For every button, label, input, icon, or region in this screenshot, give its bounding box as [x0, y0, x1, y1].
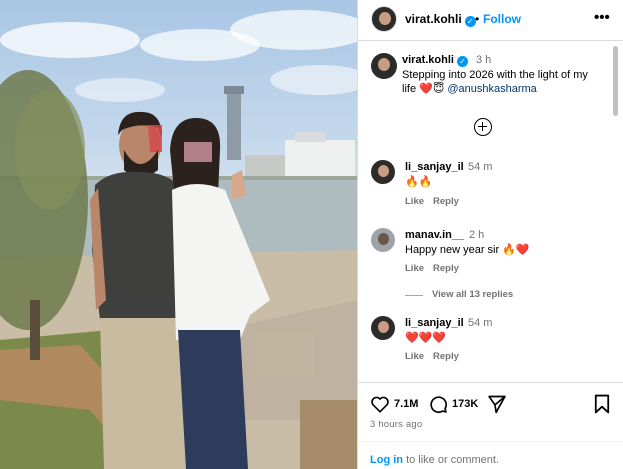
comment-time: 2 h	[469, 229, 485, 241]
caption-emojis: ❤️😇	[419, 83, 445, 95]
login-suffix: to like or comment.	[406, 454, 499, 466]
login-link[interactable]: Log in	[370, 454, 403, 466]
post-side-panel: virat.kohli ✓ • Follow ••• virat.kohli ✓ 3…	[357, 0, 623, 469]
header-username-text[interactable]: virat.kohli	[405, 12, 462, 26]
caption-time: 3 h	[476, 54, 492, 66]
header-username[interactable]: virat.kohli ✓	[405, 12, 476, 27]
reply-button[interactable]: Reply	[433, 263, 459, 274]
comment-time: 54 m	[468, 161, 493, 173]
like-comment-button[interactable]: Like	[405, 263, 424, 274]
like-comment-button[interactable]: Like	[405, 351, 424, 362]
like-comment-button[interactable]: Like	[405, 196, 424, 207]
add-comment-icon[interactable]	[474, 118, 492, 136]
comment-count[interactable]: 173K	[452, 398, 478, 410]
login-prompt-text: Log in to like or comment.	[370, 454, 499, 466]
share-icon[interactable]	[487, 394, 507, 414]
comment-username[interactable]: manav.in__	[405, 229, 464, 241]
comments-scrollbar[interactable]	[611, 46, 619, 376]
caption-text: Stepping into 2026 with the light of my …	[402, 68, 602, 96]
comment-text: Happy new year sir 🔥❤️	[405, 244, 530, 256]
heart-icon[interactable]	[370, 395, 390, 413]
caption-username[interactable]: virat.kohli ✓	[402, 54, 468, 67]
view-all-replies-button[interactable]: View all 13 replies	[432, 289, 513, 300]
avatar[interactable]	[371, 6, 397, 32]
header-separator: •	[475, 12, 480, 26]
view-replies-divider	[405, 295, 423, 296]
avatar[interactable]	[371, 160, 395, 184]
avatar[interactable]	[371, 228, 395, 252]
comment-icon[interactable]	[428, 394, 448, 414]
reply-button[interactable]: Reply	[433, 196, 459, 207]
reply-button[interactable]: Reply	[433, 351, 459, 362]
post-timestamp: 3 hours ago	[370, 419, 423, 430]
save-bookmark-icon[interactable]	[594, 394, 610, 414]
caption-username-text[interactable]: virat.kohli	[402, 54, 454, 66]
comment-text: ❤️❤️❤️	[405, 332, 447, 344]
post-photo-drawing	[0, 10, 357, 469]
avatar[interactable]	[371, 316, 395, 340]
comment-time: 54 m	[468, 317, 493, 329]
like-count[interactable]: 7.1M	[394, 398, 418, 410]
follow-button[interactable]: Follow	[483, 12, 521, 26]
scrollbar-thumb[interactable]	[613, 46, 618, 116]
post-actions-bar: 7.1M 173K 3 hours ago Log in to like or …	[358, 382, 623, 469]
comment-username[interactable]: li_sanjay_il	[405, 161, 464, 173]
comment-username[interactable]: li_sanjay_il	[405, 317, 464, 329]
caption-mention-link[interactable]: @anushkasharma	[447, 83, 536, 95]
login-prompt: Log in to like or comment.	[358, 441, 623, 469]
post-photo[interactable]	[0, 0, 357, 469]
avatar[interactable]	[371, 53, 397, 79]
comments-section[interactable]: virat.kohli ✓ 3 h Stepping into 2026 with…	[358, 42, 623, 382]
more-options-icon[interactable]: •••	[594, 9, 610, 26]
post-header: virat.kohli ✓ • Follow •••	[358, 0, 623, 41]
comment-text: 🔥🔥	[405, 176, 433, 188]
verified-badge-icon: ✓	[456, 56, 468, 67]
